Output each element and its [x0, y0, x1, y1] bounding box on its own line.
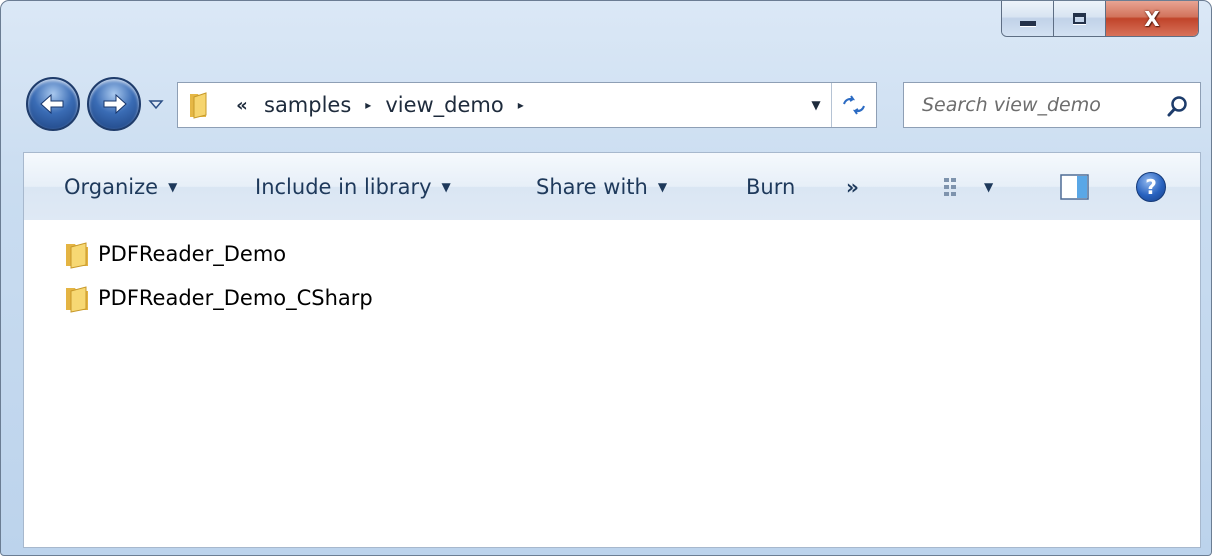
- search-input[interactable]: [920, 93, 1164, 117]
- address-overflow-button[interactable]: «: [226, 95, 258, 116]
- view-options-icon: [944, 177, 956, 196]
- breadcrumb-separator-arrow-icon[interactable]: ▸: [510, 98, 532, 112]
- chevron-down-icon: ▼: [441, 179, 451, 194]
- organize-button[interactable]: Organize ▼: [64, 153, 177, 220]
- change-view-button[interactable]: ▼: [942, 153, 993, 220]
- maximize-button[interactable]: [1054, 1, 1106, 36]
- chevron-down-icon[interactable]: [147, 95, 165, 113]
- maximize-icon: [1073, 13, 1086, 24]
- back-arrow-icon: [40, 93, 64, 115]
- folder-name: PDFReader_Demo: [98, 242, 287, 266]
- navigation-bar: « samples ▸ view_demo ▸ ▼: [1, 77, 1211, 133]
- minimize-icon: [1019, 21, 1036, 26]
- preview-pane-button[interactable]: [1060, 153, 1090, 220]
- command-bar: Organize ▼ Include in library ▼ Share wi…: [23, 152, 1201, 220]
- refresh-icon: [843, 95, 865, 115]
- list-item[interactable]: PDFReader_Demo: [62, 237, 286, 271]
- forward-arrow-icon: [103, 93, 127, 115]
- refresh-button[interactable]: [831, 83, 876, 127]
- folder-name: PDFReader_Demo_CSharp: [98, 286, 373, 310]
- breadcrumb-separator-arrow-icon[interactable]: ▸: [357, 98, 379, 112]
- breadcrumb-samples[interactable]: samples: [258, 93, 357, 117]
- include-in-library-label: Include in library: [255, 174, 432, 199]
- back-button[interactable]: [26, 77, 80, 131]
- share-with-label: Share with: [536, 174, 648, 199]
- close-icon: X: [1144, 6, 1160, 31]
- search-icon[interactable]: [1166, 94, 1190, 118]
- folder-icon: [66, 242, 88, 269]
- include-in-library-button[interactable]: Include in library ▼: [255, 153, 451, 220]
- minimize-button[interactable]: [1002, 1, 1054, 36]
- more-commands-button[interactable]: »: [846, 153, 859, 220]
- address-dropdown-button[interactable]: ▼: [804, 83, 828, 127]
- more-commands-label: »: [846, 174, 859, 199]
- file-list: PDFReader_Demo PDFReader_Demo_CSharp: [23, 220, 1201, 548]
- explorer-window: X « samples ▸ view_demo ▸ ▼ Search view_…: [0, 0, 1212, 556]
- address-bar[interactable]: « samples ▸ view_demo ▸ ▼: [177, 82, 877, 128]
- help-icon: ?: [1136, 171, 1166, 202]
- close-button[interactable]: X: [1106, 1, 1198, 36]
- caption-buttons: X: [1001, 1, 1199, 37]
- chevron-down-icon: ▼: [168, 179, 178, 194]
- chevron-down-icon: ▼: [984, 179, 994, 194]
- folder-icon: [190, 92, 207, 119]
- help-button[interactable]: ?: [1136, 153, 1166, 220]
- breadcrumb-view-demo[interactable]: view_demo: [379, 93, 509, 117]
- burn-button[interactable]: Burn: [746, 153, 795, 220]
- organize-label: Organize: [64, 174, 159, 199]
- share-with-button[interactable]: Share with ▼: [536, 153, 667, 220]
- burn-label: Burn: [746, 174, 796, 199]
- folder-icon: [66, 286, 88, 313]
- chevron-down-icon: ▼: [657, 179, 668, 194]
- list-item[interactable]: PDFReader_Demo_CSharp: [62, 281, 373, 315]
- forward-button[interactable]: [87, 77, 141, 131]
- search-box[interactable]: [903, 82, 1201, 128]
- preview-pane-icon: [1060, 173, 1089, 200]
